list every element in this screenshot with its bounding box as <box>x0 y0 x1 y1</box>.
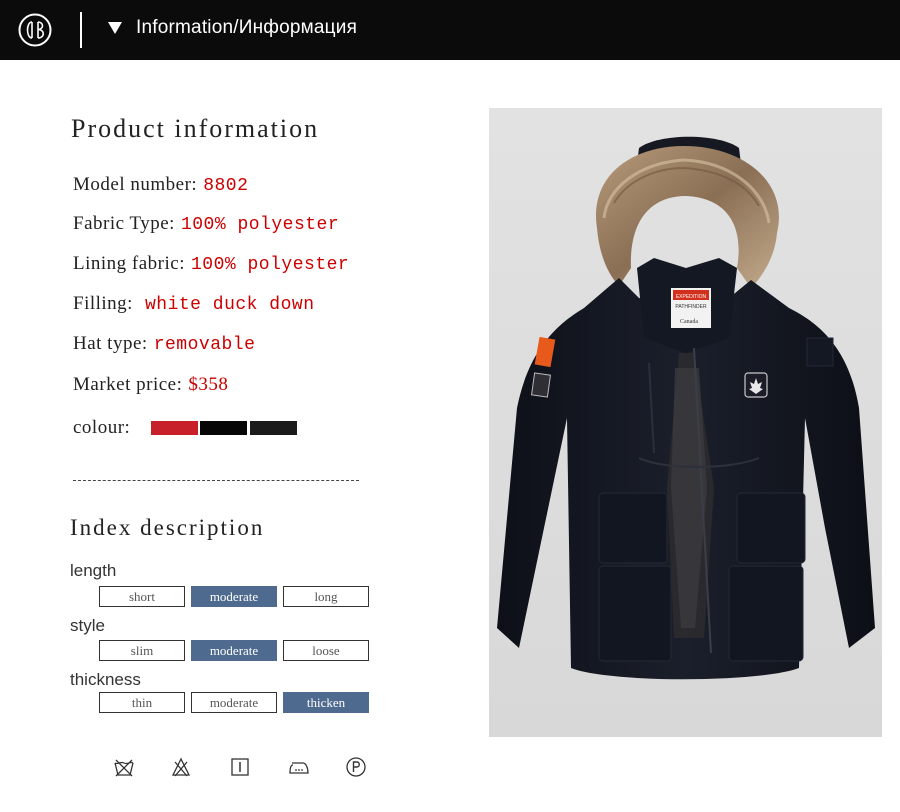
index-label-thickness: thickness <box>70 670 141 689</box>
info-row-fabric: Fabric Type: 100% polyester <box>73 213 339 235</box>
patch-text-3: Canada <box>680 319 698 325</box>
parka-illustration: EXPEDITION PATHFINDER Canada <box>489 108 882 737</box>
info-row-model: Model number: 8802 <box>73 174 248 196</box>
index-label-style: style <box>70 616 105 635</box>
header-divider <box>80 12 82 48</box>
header-title: Information/Информация <box>136 17 358 38</box>
no-bleach-icon <box>171 757 191 777</box>
header-bar: Information/Информация <box>0 0 900 60</box>
dry-clean-p-icon <box>346 757 366 777</box>
product-image[interactable]: EXPEDITION PATHFINDER Canada <box>489 108 882 737</box>
info-label: Fabric Type: <box>73 213 175 234</box>
info-label: Filling: <box>73 293 133 314</box>
option-style-loose[interactable]: loose <box>283 640 369 661</box>
iron-icon <box>289 762 309 774</box>
patch-text-2: PATHFINDER <box>675 304 707 310</box>
option-style-slim[interactable]: slim <box>99 640 185 661</box>
no-wash-icon <box>114 759 134 777</box>
info-label: Hat type: <box>73 333 148 354</box>
info-label: Model number: <box>73 174 198 195</box>
index-description-title: Index description <box>70 515 265 540</box>
info-value: $358 <box>188 374 229 395</box>
colour-swatch-dark[interactable] <box>250 421 297 435</box>
option-length-short[interactable]: short <box>99 586 185 607</box>
tumble-dry-icon <box>231 758 249 776</box>
product-info-title: Product information <box>71 114 320 143</box>
info-row-hat: Hat type: removable <box>73 333 255 355</box>
option-length-long[interactable]: long <box>283 586 369 607</box>
info-value: white duck down <box>144 295 315 315</box>
info-value: removable <box>153 335 256 355</box>
info-value: 100% polyester <box>191 255 350 275</box>
info-row-filling: Filling: white duck down <box>73 293 315 315</box>
info-value: 100% polyester <box>180 215 340 235</box>
index-label-length: length <box>70 561 117 580</box>
colour-swatch-red[interactable] <box>151 421 198 435</box>
cb-monogram-logo[interactable] <box>18 13 52 47</box>
info-label: Market price: <box>73 374 183 395</box>
triangle-down-icon <box>108 22 122 34</box>
option-thickness-thin[interactable]: thin <box>99 692 185 713</box>
info-row-price: Market price: $358 <box>73 374 228 396</box>
option-thickness-thicken[interactable]: thicken <box>283 692 369 713</box>
patch-text-1: EXPEDITION <box>676 294 707 300</box>
colour-swatch-black[interactable] <box>200 421 247 435</box>
colour-label: colour: <box>73 417 131 438</box>
option-style-moderate[interactable]: moderate <box>191 640 277 661</box>
info-value: 8802 <box>203 176 249 196</box>
info-row-lining: Lining fabric: 100% polyester <box>73 253 349 275</box>
option-length-moderate[interactable]: moderate <box>191 586 277 607</box>
info-label: Lining fabric: <box>73 253 185 274</box>
option-thickness-moderate[interactable]: moderate <box>191 692 277 713</box>
section-divider <box>73 480 359 481</box>
